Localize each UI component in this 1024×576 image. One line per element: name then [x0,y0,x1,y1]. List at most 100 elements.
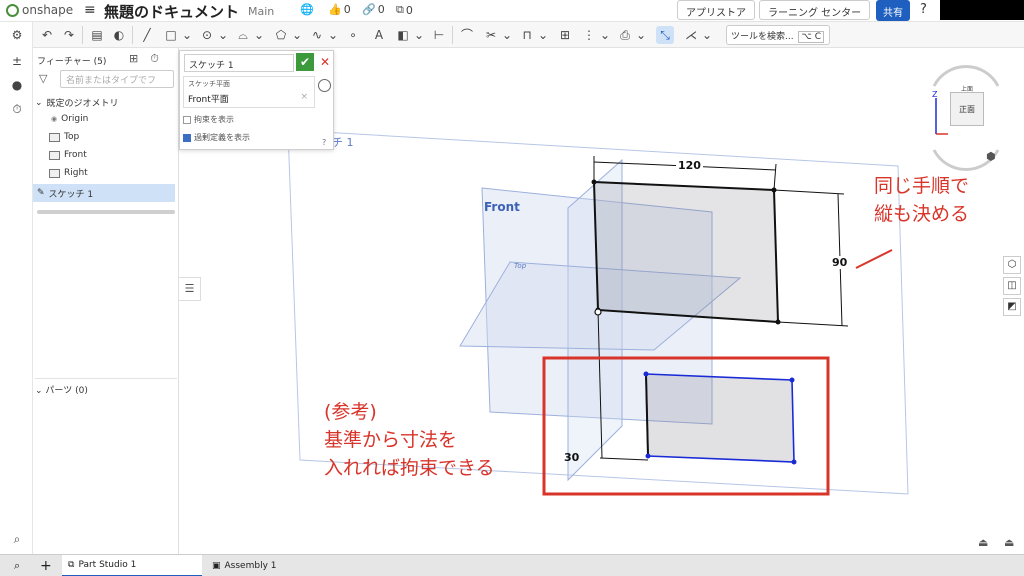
variables-icon[interactable]: ± [8,54,26,72]
rollback-timer-icon[interactable]: ⏱ [150,52,159,66]
share-button[interactable]: 共有 [876,0,910,21]
chevron-down-icon[interactable]: ⌄ [632,26,650,44]
toolbar-divider [82,26,83,44]
comments-icon[interactable]: ● [8,78,26,96]
dimension-active-icon[interactable]: ⤡ [656,26,674,44]
tree-item-label: Right [64,168,88,178]
chevron-down-icon: ⌄ [35,386,43,396]
tree-item-top[interactable]: Top [49,132,79,142]
tree-item-origin[interactable]: ◉ Origin [51,114,88,124]
annotation-bottom: (参考) 基準から寸法を 入れれば拘束できる [324,398,495,482]
cube-view-icon[interactable]: ⬡ [1003,256,1021,274]
copy-icon: ⧉ [396,3,404,16]
dimension-30-value[interactable]: 30 [564,451,579,464]
pencil-icon: ✎ [37,188,45,198]
branch-name[interactable]: Main [248,5,274,18]
show-overdefined-label: 過剰定義を表示 [194,133,250,142]
toolbar-divider [452,26,453,44]
cube-top-face[interactable]: 上面 [950,84,984,93]
filter-icon[interactable]: ▽ [39,72,47,85]
learning-center-button[interactable]: ラーニング センター [759,0,871,20]
clock-icon[interactable] [318,79,331,92]
cube-front-face[interactable]: 正面 [950,92,984,126]
document-title[interactable]: 無題のドキュメント [104,1,239,22]
copies-counter[interactable]: ⧉ 0 [396,3,413,17]
dimension-90-value[interactable]: 90 [830,256,850,269]
tool-search-button[interactable]: ツールを検索... ⌥ C [726,25,830,45]
tree-item-right[interactable]: Right [49,168,88,178]
show-overdefined-checkbox[interactable]: 過剰定義を表示 [183,132,250,143]
chevron-down-icon: ⌄ [35,97,43,108]
tree-item-front[interactable]: Front [49,150,87,160]
feature-panel-actions: ⊞ ⏱ [129,52,159,66]
sketch-plane-selector[interactable]: スケッチ平面 Front平面 × [183,76,315,108]
confirm-check-icon[interactable]: ✔ [296,53,314,71]
tab-manager-icon[interactable]: ⌕ [8,555,26,576]
add-folder-icon[interactable]: ⊞ [129,52,138,66]
tree-item-label: Origin [61,114,89,124]
tab-part-studio[interactable]: ⧉ Part Studio 1 [62,555,202,576]
annotation-line: (参考) [324,401,377,423]
dimension-120-value[interactable]: 120 [676,159,703,172]
chevron-down-icon[interactable]: ⌄ [178,26,196,44]
onshape-window: onshape ≡ 無題のドキュメント Main 🌐 👍 0 🔗 0 ⧉ 0 ア… [0,0,1024,576]
chevron-down-icon[interactable]: ⌄ [596,26,614,44]
help-icon[interactable]: ? [920,2,927,17]
tree-item-sketch[interactable]: ✎ スケッチ 1 [33,184,175,202]
globe-icon[interactable]: 🌐 [300,3,314,16]
clear-selection-icon[interactable]: × [300,92,308,102]
rollback-bar[interactable] [37,210,175,214]
sketch-plane-label: スケッチ平面 [188,80,230,88]
dimension-tool-icon[interactable]: ⊢ [430,26,448,44]
undo-icon[interactable]: ↶ [38,26,56,44]
links-counter[interactable]: 🔗 0 [362,3,385,16]
origin-point [594,308,602,316]
view-options-icon[interactable]: ⬢ [986,150,996,163]
links-count: 0 [377,3,385,16]
section-view-icon[interactable]: ◫ [1003,277,1021,295]
top-plane-label: Top [514,262,527,270]
search-bottom-icon[interactable]: ⌕ [8,532,26,550]
stamp-icon[interactable]: ⏏ [1004,536,1014,549]
point-tool-icon[interactable]: ∘ [344,26,362,44]
sketch-rectangle-main [592,180,780,324]
add-tab-icon[interactable]: + [34,555,58,576]
show-constraints-checkbox[interactable]: 拘束を表示 [183,114,234,125]
history-timer-icon[interactable]: ⏱ [8,102,26,120]
color-icon[interactable]: ◐ [110,26,128,44]
feature-search-input[interactable]: 名前またはタイプでフ [60,70,174,88]
fillet-tool-icon[interactable]: ⌒ [458,26,476,44]
chevron-down-icon[interactable]: ⌄ [214,26,232,44]
chevron-down-icon[interactable]: ⌄ [288,26,306,44]
line-tool-icon[interactable]: ╱ [138,26,156,44]
chevron-down-icon[interactable]: ⌄ [250,26,268,44]
checkbox-checked-icon [183,133,191,142]
stamp-icon[interactable]: ⏏ [978,536,988,549]
tab-assembly[interactable]: ▣ Assembly 1 [206,555,282,576]
chevron-down-icon[interactable]: ⌄ [534,26,552,44]
likes-counter[interactable]: 👍 0 [328,3,351,16]
app-store-button[interactable]: アプリストア [677,0,755,20]
cancel-x-icon[interactable]: ✕ [318,53,332,71]
text-tool-icon[interactable]: A [370,26,388,44]
redo-icon[interactable]: ↷ [60,26,78,44]
vertex [791,459,797,465]
chevron-down-icon[interactable]: ⌄ [410,26,428,44]
appearance-icon[interactable]: ◩ [1003,298,1021,316]
chevron-down-icon[interactable]: ⌄ [698,26,716,44]
chevron-down-icon[interactable]: ⌄ [498,26,516,44]
sketch-rectangle-small [645,373,795,463]
chevron-down-icon[interactable]: ⌄ [324,26,342,44]
view-cube[interactable]: 上面 正面 Z ⬢ [926,62,1006,172]
sketch-name-field[interactable]: スケッチ 1 [184,54,294,72]
sketch-dialog: スケッチ 1 ✔ ✕ スケッチ平面 Front平面 × 拘束を表示 過剰定義を表… [179,50,334,150]
parts-section[interactable]: ⌄ パーツ (0) [35,378,177,396]
help-icon[interactable]: ? [322,138,326,147]
onshape-logo[interactable]: onshape [6,3,73,17]
front-plane-label: Front [484,200,520,214]
default-geometry-group[interactable]: ⌄ 既定のジオメトリ [35,96,119,110]
save-icon[interactable]: ▤ [88,26,106,44]
mirror-tool-icon[interactable]: ⊞ [556,26,574,44]
feature-list-icon[interactable]: ⚙ [8,28,26,46]
hamburger-menu-icon[interactable]: ≡ [84,2,96,18]
